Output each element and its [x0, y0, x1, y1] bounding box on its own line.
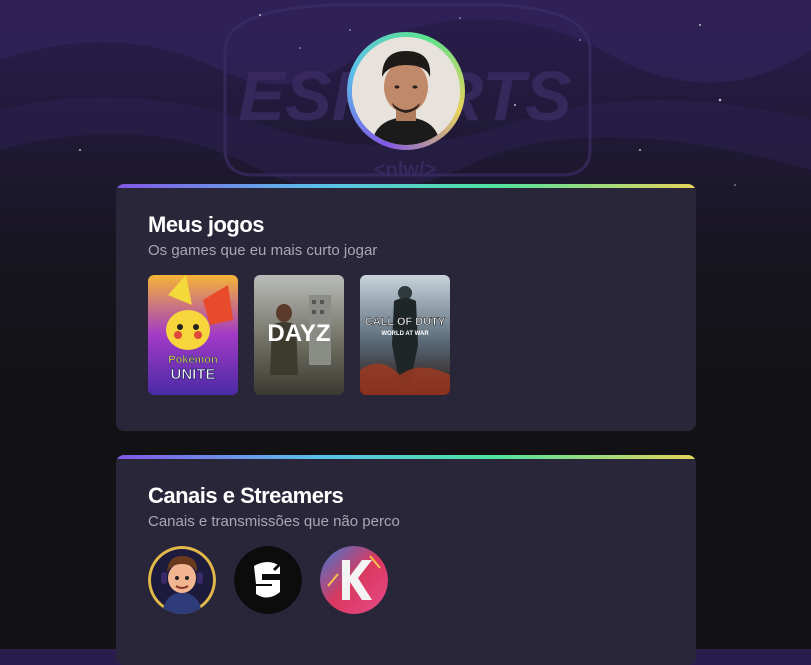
- rainbow-six-logo-icon: [234, 546, 302, 614]
- svg-text:CALL OF DUTY: CALL OF DUTY: [365, 316, 446, 328]
- game-card-call-of-duty[interactable]: CALL OF DUTY WORLD AT WAR: [360, 275, 450, 395]
- svg-text:UNITE: UNITE: [171, 366, 216, 383]
- call-of-duty-cover-icon: CALL OF DUTY WORLD AT WAR: [360, 275, 450, 395]
- game-card-pokemon-unite[interactable]: Pokémon UNITE: [148, 275, 238, 395]
- svg-text:WORLD AT WAR: WORLD AT WAR: [381, 331, 429, 337]
- games-card: Meus jogos Os games que eu mais curto jo…: [116, 184, 696, 431]
- channel-item-k-logo[interactable]: [320, 546, 388, 614]
- game-card-dayz[interactable]: DAYZ: [254, 275, 344, 395]
- games-subtitle: Os games que eu mais curto jogar: [148, 242, 378, 259]
- svg-text:DAYZ: DAYZ: [267, 320, 330, 347]
- svg-text:Pokémon: Pokémon: [168, 354, 218, 366]
- games-title: Meus jogos: [148, 212, 265, 237]
- streamer-cartoon-avatar-icon: [148, 546, 216, 614]
- pokemon-unite-cover-icon: Pokémon UNITE: [148, 275, 238, 395]
- channels-title: Canais e Streamers: [148, 483, 344, 508]
- channel-item-rainbow-six[interactable]: [234, 546, 302, 614]
- channels-card: Canais e Streamers Canais e transmissões…: [116, 455, 696, 665]
- profile-avatar: [347, 32, 465, 150]
- watermark-sub: <nlw/>: [374, 159, 436, 181]
- channels-subtitle: Canais e transmissões que não perco: [148, 513, 400, 530]
- k-logo-icon: [320, 546, 388, 614]
- channel-item-streamer[interactable]: [148, 546, 216, 614]
- dayz-cover-icon: DAYZ: [254, 275, 344, 395]
- profile-photo-icon: [352, 37, 460, 145]
